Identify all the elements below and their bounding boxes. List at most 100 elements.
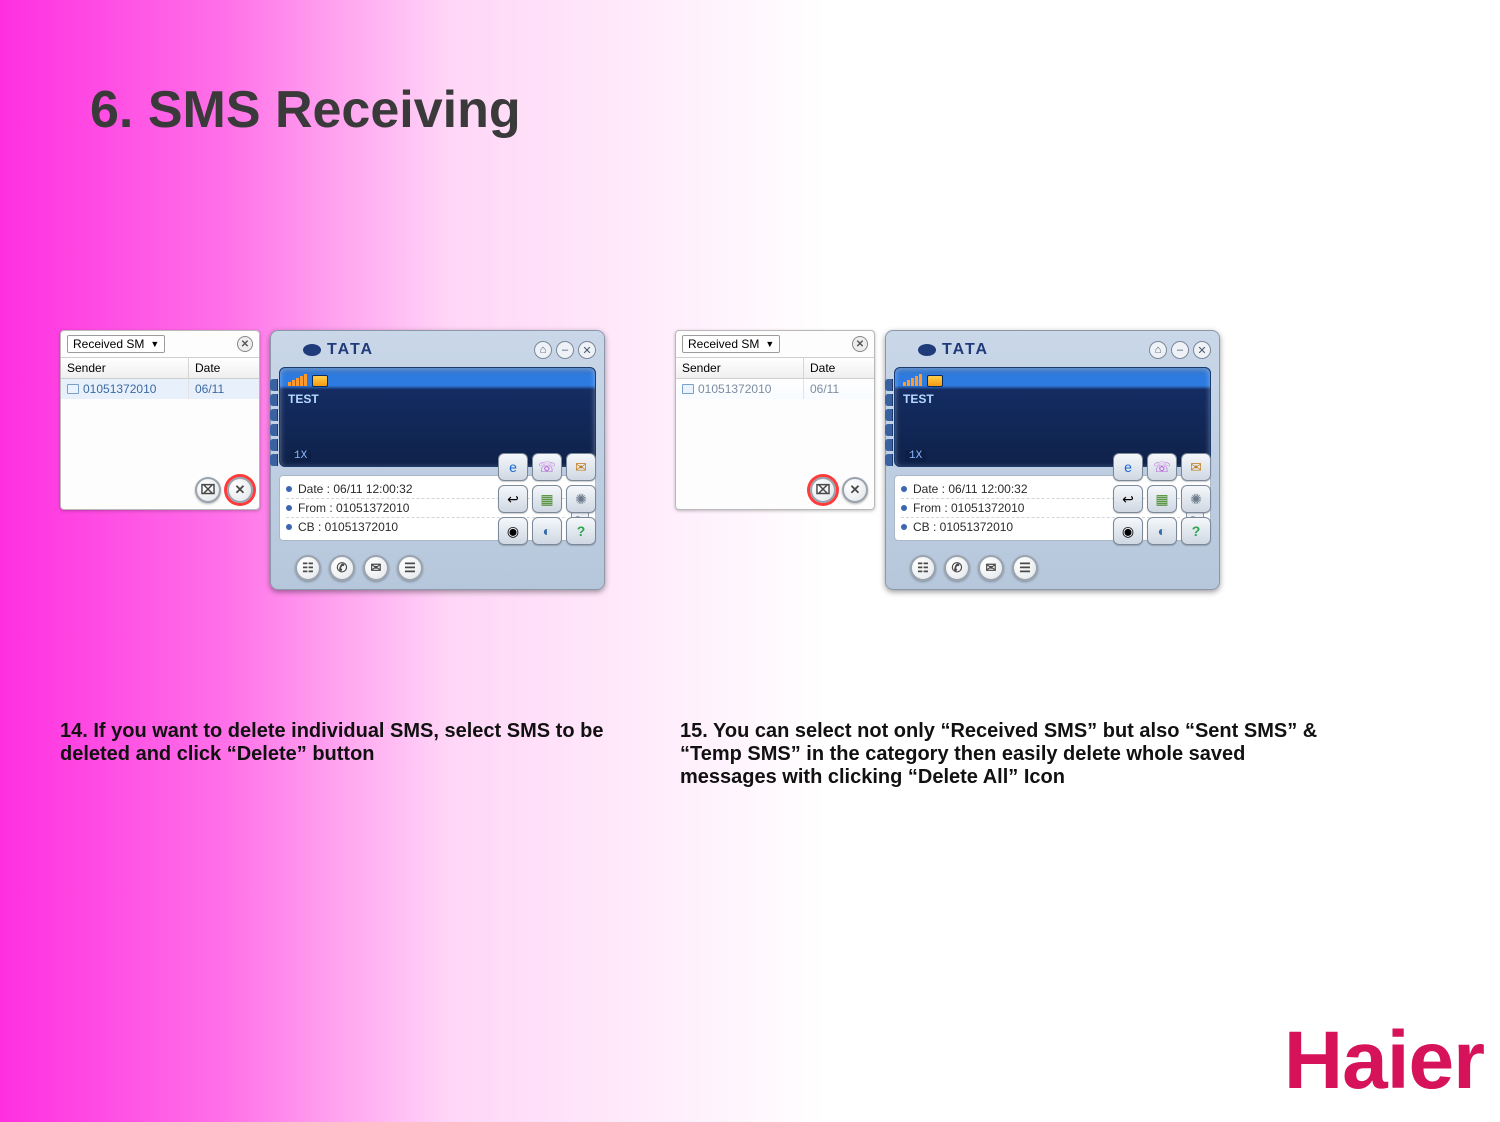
settings-icon[interactable]: ✺ (566, 485, 596, 513)
caption-right: 15. You can select not only “Received SM… (680, 720, 1320, 789)
phone-screen: TEST 1X (279, 367, 596, 467)
side-tab[interactable] (885, 454, 893, 466)
eye-icon[interactable]: ◉ (498, 517, 528, 545)
delete-button[interactable]: ✕ (227, 477, 253, 503)
chevron-down-icon: ▼ (765, 339, 774, 349)
phone-icon[interactable]: ☏ (1147, 453, 1177, 481)
delete-button[interactable]: ✕ (842, 477, 868, 503)
side-tab[interactable] (270, 409, 278, 421)
side-tab[interactable] (885, 424, 893, 436)
list-footer: ⌧ ✕ (810, 477, 868, 503)
delete-all-button[interactable]: ⌧ (810, 477, 836, 503)
header-date: Date (804, 358, 874, 378)
side-tab[interactable] (885, 379, 893, 391)
status-bar (903, 372, 1202, 390)
chevron-down-icon: ▼ (150, 339, 159, 349)
screen-label: TEST (288, 392, 587, 406)
sms-list-panel: Received SM ▼ ✕ Sender Date 01051372010 … (60, 330, 260, 510)
page-title: 6. SMS Receiving (90, 80, 521, 140)
bullet-icon (901, 524, 907, 530)
window-controls: ⌂ – ✕ (534, 341, 596, 359)
side-tab[interactable] (270, 379, 278, 391)
detail-cb: CB : 01051372010 (913, 520, 1013, 534)
eye-icon[interactable]: ◉ (1113, 517, 1143, 545)
detail-date: Date : 06/11 12:00:32 (298, 482, 413, 496)
tata-app-window: TATA ⌂ – ✕ TEST 1X (885, 330, 1220, 590)
header-date: Date (189, 358, 259, 378)
browser-icon[interactable]: e (1113, 453, 1143, 481)
calendar-icon[interactable]: ▦ (1147, 485, 1177, 513)
browser-icon[interactable]: e (498, 453, 528, 481)
minimize-icon[interactable]: – (556, 341, 574, 359)
side-tab[interactable] (885, 439, 893, 451)
contacts-icon[interactable]: ☷ (910, 555, 936, 581)
sim-icon (312, 375, 328, 387)
pin-icon[interactable]: ⌂ (1149, 341, 1167, 359)
help-icon[interactable]: ? (566, 517, 596, 545)
contacts-icon[interactable]: ☷ (295, 555, 321, 581)
detail-date: Date : 06/11 12:00:32 (913, 482, 1028, 496)
bottom-toolbar: ☷ ✆ ✉ ☰ (295, 555, 423, 581)
table-row[interactable]: 01051372010 06/11 (676, 379, 874, 399)
side-tab[interactable] (885, 394, 893, 406)
sms-icon[interactable]: ✉ (978, 555, 1004, 581)
phone-icon[interactable]: ☏ (532, 453, 562, 481)
side-tab[interactable] (270, 454, 278, 466)
side-tab[interactable] (270, 424, 278, 436)
dial-icon[interactable]: ✆ (329, 555, 355, 581)
list-footer: ⌧ ✕ (195, 477, 253, 503)
reply-icon[interactable]: ↩ (498, 485, 528, 513)
sms-list-topbar: Received SM ▼ ✕ (676, 331, 874, 357)
message-icon (682, 384, 694, 394)
app-dock: e ☏ ✉ ↩ ▦ ✺ ◉ ◐ ? (1113, 453, 1211, 545)
close-icon[interactable]: ✕ (578, 341, 596, 359)
reply-icon[interactable]: ↩ (1113, 485, 1143, 513)
table-header: Sender Date (61, 357, 259, 379)
help-icon[interactable]: ? (1181, 517, 1211, 545)
category-dropdown[interactable]: Received SM ▼ (67, 335, 165, 353)
header-sender: Sender (676, 358, 804, 378)
settings-icon[interactable]: ✺ (1181, 485, 1211, 513)
minimize-icon[interactable]: – (1171, 341, 1189, 359)
sim-icon (927, 375, 943, 387)
side-tabs (885, 379, 893, 466)
slide: 6. SMS Receiving Received SM ▼ ✕ Sender … (0, 0, 1500, 1122)
signal-icon (288, 374, 308, 389)
figure-right: Received SM ▼ ✕ Sender Date 01051372010 … (675, 330, 1220, 590)
close-icon[interactable]: ✕ (237, 336, 253, 352)
close-icon[interactable]: ✕ (852, 336, 868, 352)
network-indicator: 1X (290, 450, 311, 462)
status-bar (288, 372, 587, 390)
calendar-icon[interactable]: ▦ (532, 485, 562, 513)
side-tab[interactable] (270, 439, 278, 451)
delete-all-button[interactable]: ⌧ (195, 477, 221, 503)
dial-icon[interactable]: ✆ (944, 555, 970, 581)
pin-icon[interactable]: ⌂ (534, 341, 552, 359)
captions: 14. If you want to delete individual SMS… (60, 720, 1440, 789)
header-sender: Sender (61, 358, 189, 378)
tata-icon[interactable]: ◐ (1147, 517, 1177, 545)
menu-icon[interactable]: ☰ (397, 555, 423, 581)
table-row[interactable]: 01051372010 06/11 (61, 379, 259, 399)
side-tab[interactable] (885, 409, 893, 421)
mail-icon[interactable]: ✉ (566, 453, 596, 481)
close-icon[interactable]: ✕ (1193, 341, 1211, 359)
tata-icon[interactable]: ◐ (532, 517, 562, 545)
row-date: 06/11 (189, 379, 259, 399)
mail-icon[interactable]: ✉ (1181, 453, 1211, 481)
sms-icon[interactable]: ✉ (363, 555, 389, 581)
window-controls: ⌂ – ✕ (1149, 341, 1211, 359)
tata-brand-label: TATA (942, 341, 989, 359)
row-sender: 01051372010 (83, 382, 156, 396)
table-header: Sender Date (676, 357, 874, 379)
sms-list-panel: Received SM ▼ ✕ Sender Date 01051372010 … (675, 330, 875, 510)
menu-icon[interactable]: ☰ (1012, 555, 1038, 581)
detail-from: From : 01051372010 (298, 501, 409, 515)
caption-left: 14. If you want to delete individual SMS… (60, 720, 620, 789)
side-tab[interactable] (270, 394, 278, 406)
category-dropdown[interactable]: Received SM ▼ (682, 335, 780, 353)
app-titlebar: TATA ⌂ – ✕ (894, 337, 1211, 363)
screen-label: TEST (903, 392, 1202, 406)
title-band: 6. SMS Receiving (0, 0, 1500, 210)
network-indicator: 1X (905, 450, 926, 462)
